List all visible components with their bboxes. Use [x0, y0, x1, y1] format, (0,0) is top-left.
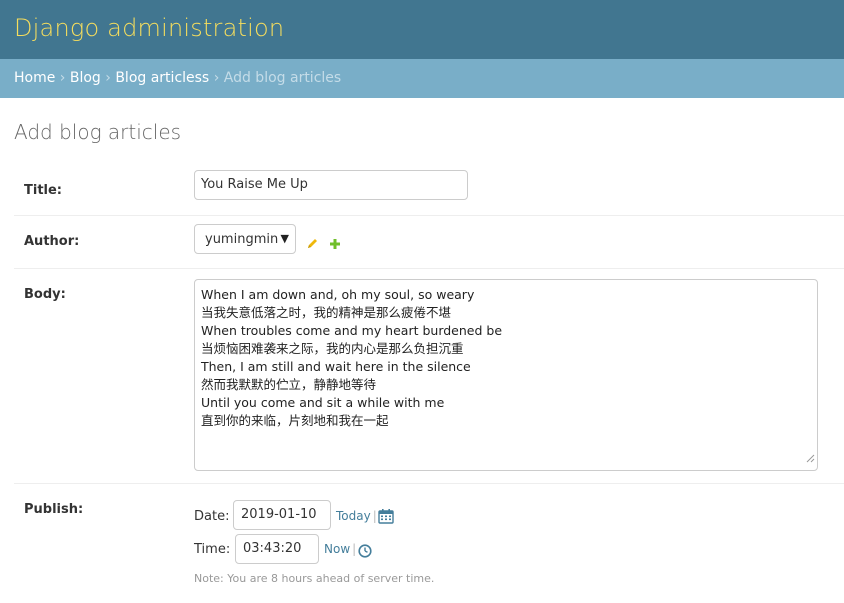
header: Django administration: [0, 0, 844, 59]
publish-label: Publish:: [24, 502, 84, 517]
breadcrumb-separator: ›: [59, 70, 66, 86]
shortcut-separator: |: [372, 509, 377, 523]
body-line: 当烦恼困难袭来之际，我的内心是那么负担沉重: [201, 341, 464, 356]
today-link[interactable]: Today: [336, 509, 371, 523]
breadcrumb-home-link[interactable]: Home: [14, 70, 55, 86]
calendar-icon[interactable]: [378, 508, 394, 528]
breadcrumb-trail: Home › Blog › Blog articless › Add blog …: [14, 70, 341, 86]
breadcrumb-model-link[interactable]: Blog articless: [115, 70, 209, 86]
body-line: Then, I am still and wait here in the si…: [201, 359, 471, 374]
date-label: Date:: [194, 509, 230, 524]
body-line: Until you come and sit a while with me: [201, 395, 445, 410]
now-link[interactable]: Now: [324, 542, 350, 556]
body-line: 直到你的来临，片刻地和我在一起: [201, 413, 389, 428]
date-input[interactable]: 2019-01-10: [233, 500, 331, 530]
body-line: 当我失意低落之时，我的精神是那么疲倦不堪: [201, 305, 452, 320]
breadcrumb-separator: ›: [213, 70, 220, 86]
breadcrumb: Home › Blog › Blog articless › Add blog …: [0, 59, 844, 98]
form-row-body: Body: When I am down and, oh my soul, so…: [14, 269, 844, 484]
breadcrumb-current: Add blog articles: [223, 70, 342, 86]
body-line: When I am down and, oh my soul, so weary: [201, 287, 475, 302]
time-label: Time:: [194, 542, 231, 557]
form-row-author: Author: yumingmin ▼: [14, 216, 844, 269]
clock-icon[interactable]: [358, 543, 372, 562]
shortcut-separator: |: [352, 542, 357, 556]
title-label: Title:: [24, 183, 63, 198]
time-shortcuts: Now |: [324, 542, 358, 556]
timezone-note: Note: You are 8 hours ahead of server ti…: [194, 572, 435, 585]
chevron-down-icon: ▼: [280, 232, 289, 245]
breadcrumb-app-link[interactable]: Blog: [70, 70, 101, 86]
breadcrumb-separator: ›: [105, 70, 111, 86]
page-title: Add blog articles: [14, 120, 182, 144]
time-input[interactable]: 03:43:20: [235, 534, 319, 564]
date-shortcuts: Today |: [336, 509, 379, 523]
body-line: When troubles come and my heart burdened…: [201, 323, 503, 338]
resize-grip-icon[interactable]: [806, 450, 815, 468]
plus-icon[interactable]: [329, 235, 341, 254]
site-title[interactable]: Django administration: [14, 14, 284, 42]
author-label: Author:: [24, 234, 80, 249]
body-textarea[interactable]: When I am down and, oh my soul, so weary…: [194, 279, 818, 471]
body-line: 然而我默默的伫立，静静地等待: [201, 377, 377, 392]
author-selected-value: yumingmin: [205, 232, 279, 247]
author-select[interactable]: yumingmin ▼: [194, 224, 296, 254]
pencil-icon[interactable]: [306, 235, 319, 254]
form-row-publish: Publish: Date: 2019-01-10 Today | Time: 0…: [14, 484, 844, 603]
form-row-title: Title: You Raise Me Up: [14, 164, 844, 216]
body-label: Body:: [24, 287, 66, 302]
title-input[interactable]: You Raise Me Up: [194, 170, 468, 200]
